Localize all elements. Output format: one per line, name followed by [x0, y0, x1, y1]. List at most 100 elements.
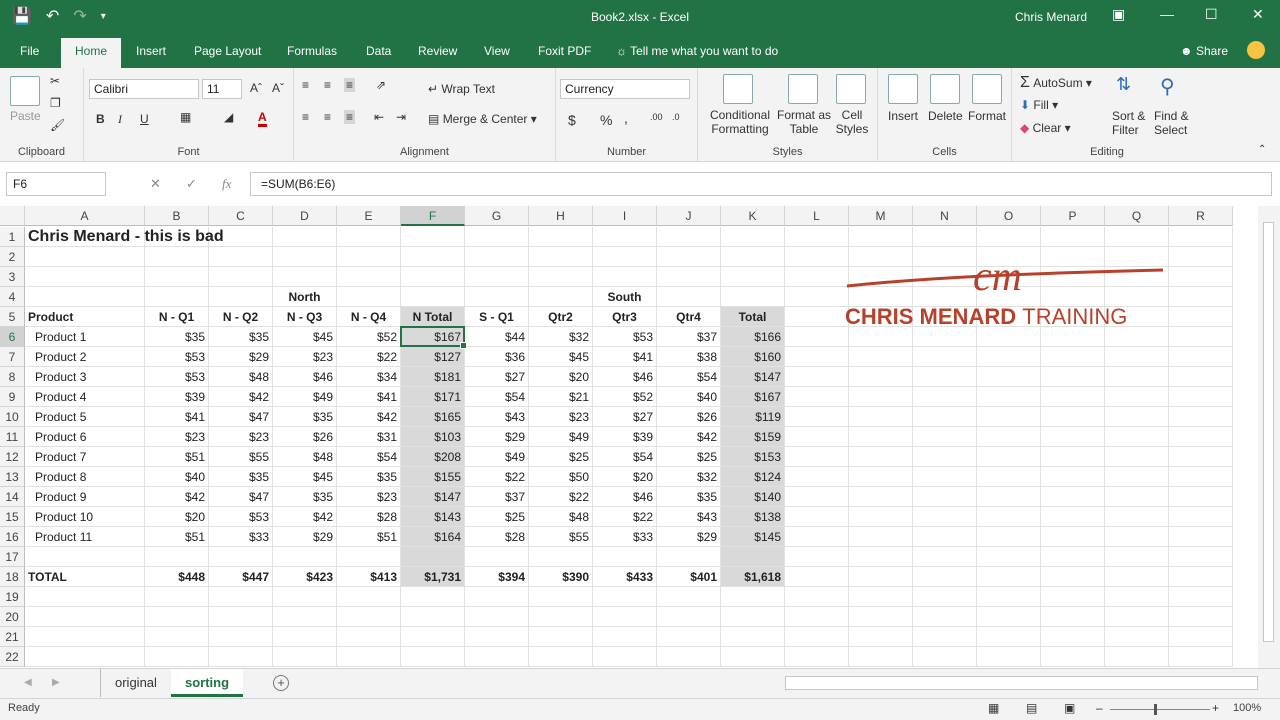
grid-cell[interactable] [849, 547, 913, 567]
column-header-n[interactable]: N [913, 206, 977, 226]
tell-me-box[interactable]: ☼ Tell me what you want to do [616, 44, 778, 58]
grid-cell[interactable] [1041, 367, 1105, 387]
grid-cell[interactable] [1105, 227, 1169, 247]
value-cell[interactable]: $55 [529, 527, 593, 547]
value-cell[interactable]: $20 [593, 467, 657, 487]
grid-cell[interactable] [337, 607, 401, 627]
grid-cell[interactable] [25, 287, 145, 307]
grid-cell[interactable] [1105, 607, 1169, 627]
value-cell[interactable]: $48 [273, 447, 337, 467]
grid-cell[interactable] [849, 367, 913, 387]
grid-cell[interactable] [145, 587, 209, 607]
column-header-f[interactable]: F [401, 206, 465, 226]
grid-cell[interactable] [977, 507, 1041, 527]
south-group-header[interactable]: South [465, 287, 785, 307]
grid-cell[interactable] [913, 487, 977, 507]
merge-center-button[interactable]: ▤ Merge & Center ▾ [428, 112, 537, 126]
grid-cell[interactable] [1169, 267, 1233, 287]
grid-cell[interactable] [1169, 307, 1233, 327]
total-value-cell[interactable]: $1,618 [721, 567, 785, 587]
grid-cell[interactable] [465, 587, 529, 607]
grid-cell[interactable] [401, 647, 465, 667]
value-cell[interactable]: $27 [465, 367, 529, 387]
maximize-icon[interactable]: ☐ [1205, 6, 1218, 23]
grid-cell[interactable] [849, 447, 913, 467]
total-value-cell[interactable]: $394 [465, 567, 529, 587]
north-group-header[interactable]: North [145, 287, 465, 307]
grid-cell[interactable] [913, 227, 977, 247]
value-cell[interactable]: $159 [721, 427, 785, 447]
grid-cell[interactable] [465, 267, 529, 287]
grid-cell[interactable] [401, 607, 465, 627]
autosum-button[interactable]: Σ AutoSum ▾ [1020, 74, 1092, 92]
grid-cell[interactable] [785, 627, 849, 647]
grid-cell[interactable] [273, 267, 337, 287]
fill-color-icon[interactable]: ◢ [224, 110, 233, 124]
wrap-text-button[interactable]: ↵ Wrap Text [428, 82, 495, 96]
row-header-20[interactable]: 20 [0, 607, 25, 627]
grid-cell[interactable] [785, 467, 849, 487]
grid-cell[interactable] [145, 267, 209, 287]
bold-button[interactable]: B [96, 112, 105, 126]
grid-cell[interactable] [721, 627, 785, 647]
grid-cell[interactable] [657, 247, 721, 267]
value-cell[interactable]: $167 [721, 387, 785, 407]
value-cell[interactable]: $181 [401, 367, 465, 387]
column-title-0[interactable]: Product [25, 307, 145, 327]
tab-view[interactable]: View [484, 44, 510, 58]
align-right-icon[interactable]: ≡ [344, 110, 356, 124]
cell-styles-button[interactable]: Cell Styles [832, 108, 872, 136]
align-center-icon[interactable]: ≡ [324, 110, 331, 124]
value-cell[interactable]: $46 [273, 367, 337, 387]
format-cells-button[interactable]: Format [968, 109, 1006, 123]
align-bottom-icon[interactable]: ≡ [344, 78, 356, 92]
grid-cell[interactable] [337, 227, 401, 247]
value-cell[interactable]: $49 [273, 387, 337, 407]
grid-cell[interactable] [977, 467, 1041, 487]
grid-cell[interactable] [785, 547, 849, 567]
grid-cell[interactable] [145, 607, 209, 627]
grid-cell[interactable] [273, 607, 337, 627]
grid-cell[interactable] [1041, 227, 1105, 247]
zoom-out-icon[interactable]: – [1096, 701, 1103, 715]
grid-cell[interactable] [1105, 387, 1169, 407]
value-cell[interactable]: $167 [401, 327, 465, 347]
value-cell[interactable]: $41 [145, 407, 209, 427]
grid-cell[interactable] [849, 347, 913, 367]
grid-cell[interactable] [1041, 467, 1105, 487]
grid-cell[interactable] [273, 547, 337, 567]
grid-cell[interactable] [849, 587, 913, 607]
row-header-15[interactable]: 15 [0, 507, 25, 527]
grid-cell[interactable] [1041, 347, 1105, 367]
column-header-h[interactable]: H [529, 206, 593, 226]
grid-cell[interactable] [529, 227, 593, 247]
grid-cell[interactable] [785, 307, 849, 327]
grid-cell[interactable] [785, 587, 849, 607]
value-cell[interactable]: $166 [721, 327, 785, 347]
grid-cell[interactable] [977, 647, 1041, 667]
value-cell[interactable]: $26 [657, 407, 721, 427]
value-cell[interactable]: $165 [401, 407, 465, 427]
grid-cell[interactable] [1105, 527, 1169, 547]
grid-cell[interactable] [1169, 387, 1233, 407]
value-cell[interactable]: $31 [337, 427, 401, 447]
paste-icon[interactable] [10, 76, 40, 106]
horizontal-scrollbar[interactable] [785, 676, 1258, 690]
grid-cell[interactable] [1169, 607, 1233, 627]
value-cell[interactable]: $35 [209, 327, 273, 347]
grid-cell[interactable] [1041, 627, 1105, 647]
value-cell[interactable]: $40 [145, 467, 209, 487]
grid-cell[interactable] [913, 427, 977, 447]
column-header-g[interactable]: G [465, 206, 529, 226]
grid-cell[interactable] [1041, 647, 1105, 667]
product-name-cell[interactable]: Product 2 [25, 347, 145, 367]
smiley-feedback-icon[interactable] [1247, 41, 1265, 59]
grid-cell[interactable] [337, 267, 401, 287]
fill-button[interactable]: ⬇ Fill ▾ [1020, 98, 1058, 112]
name-box[interactable]: F6 [6, 172, 106, 196]
accounting-format-button[interactable]: $ [568, 112, 576, 128]
value-cell[interactable]: $51 [337, 527, 401, 547]
value-cell[interactable]: $22 [337, 347, 401, 367]
value-cell[interactable]: $50 [529, 467, 593, 487]
sort-filter-icon[interactable]: ⇅ [1116, 74, 1146, 104]
